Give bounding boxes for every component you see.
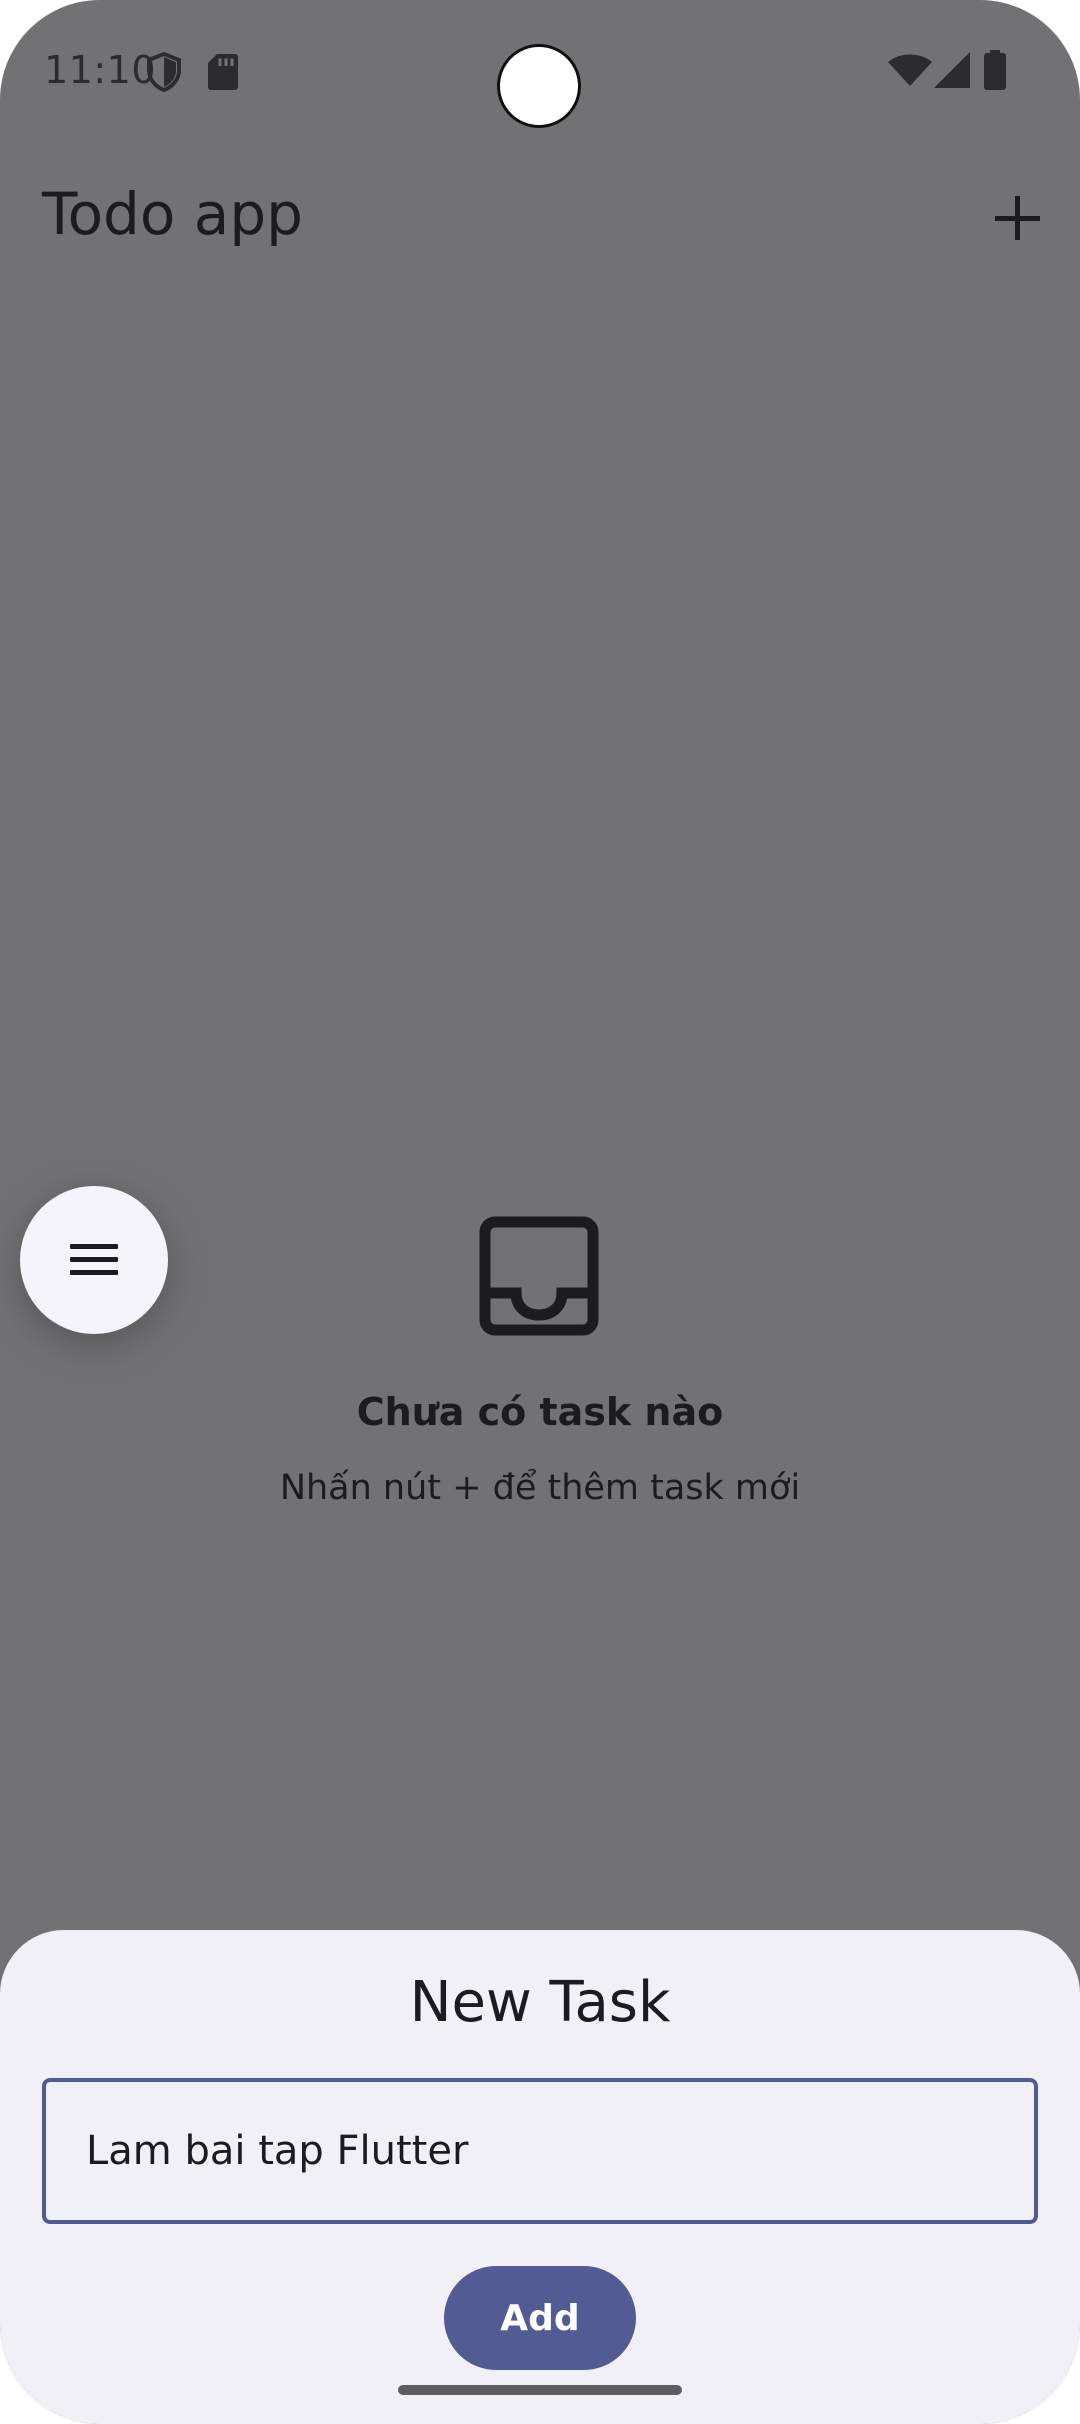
status-time: 11:10 [44,48,157,92]
front-camera [497,44,581,128]
sheet-title: New Task [409,1970,671,2035]
menu-button[interactable] [20,1186,168,1334]
home-indicator[interactable] [398,2385,682,2395]
plus-icon[interactable] [982,182,1052,252]
empty-state-title: Chưa có task nào [356,1390,724,1434]
menu-icon [70,1244,118,1275]
app-title: Todo app [42,180,303,248]
sd-card-icon [208,54,238,90]
wifi-icon [888,54,932,86]
new-task-sheet: New Task Add [0,1930,1080,2424]
battery-icon [984,50,1006,90]
inbox-icon [479,1216,599,1336]
task-input[interactable] [42,2078,1038,2224]
status-bar: 11:10 [0,0,1080,140]
shield-icon [147,52,181,92]
add-button[interactable]: Add [444,2266,636,2370]
phone-screen: 11:10 Todo app Chưa có task nào Nhấn nút… [0,0,1080,2424]
empty-state-subtitle: Nhấn nút + để thêm task mới [279,1468,801,1508]
signal-icon [934,52,970,88]
